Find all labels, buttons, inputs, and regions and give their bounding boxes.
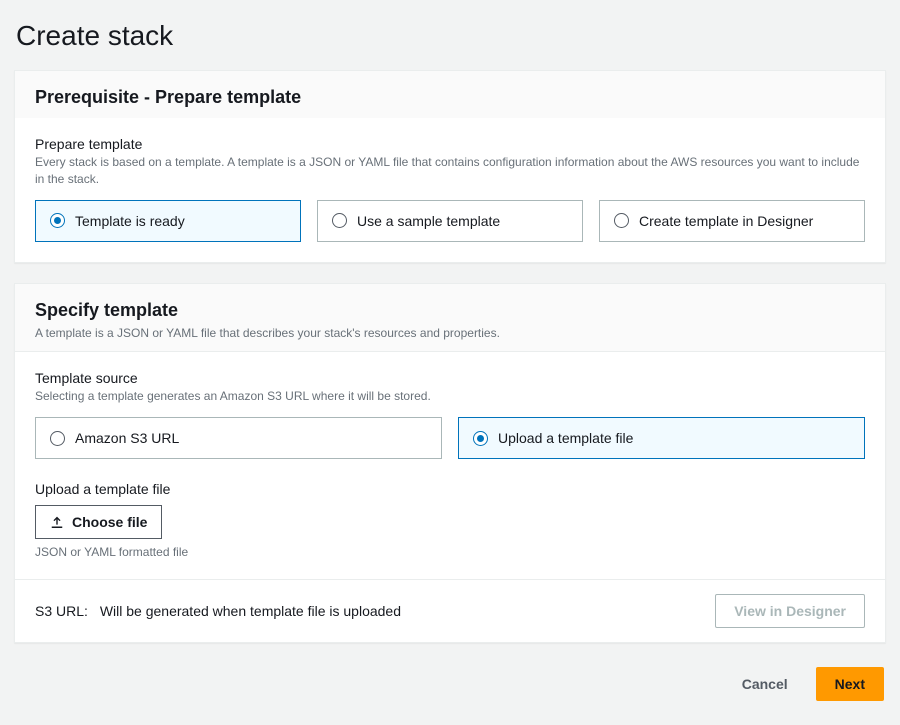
s3-url-label: S3 URL:: [35, 603, 88, 619]
radio-icon: [50, 213, 65, 228]
choose-file-help: JSON or YAML formatted file: [35, 545, 865, 559]
prerequisite-header: Prerequisite - Prepare template: [15, 71, 885, 118]
specify-template-panel: Specify template A template is a JSON or…: [14, 283, 886, 644]
page-title: Create stack: [16, 20, 886, 52]
radio-icon: [50, 431, 65, 446]
upload-icon: [50, 515, 64, 529]
prerequisite-title: Prerequisite - Prepare template: [35, 87, 865, 108]
specify-subtitle: A template is a JSON or YAML file that d…: [35, 325, 865, 342]
option-label: Create template in Designer: [639, 213, 813, 229]
specify-header: Specify template A template is a JSON or…: [15, 284, 885, 353]
cancel-button[interactable]: Cancel: [724, 667, 806, 701]
choose-file-button[interactable]: Choose file: [35, 505, 162, 539]
option-label: Amazon S3 URL: [75, 430, 179, 446]
prepare-template-help: Every stack is based on a template. A te…: [35, 154, 865, 188]
s3-url-value: Will be generated when template file is …: [100, 603, 401, 619]
prepare-template-label: Prepare template: [35, 136, 865, 152]
template-source-help: Selecting a template generates an Amazon…: [35, 388, 865, 405]
option-label: Use a sample template: [357, 213, 500, 229]
prerequisite-panel: Prerequisite - Prepare template Prepare …: [14, 70, 886, 263]
option-upload-file[interactable]: Upload a template file: [458, 417, 865, 459]
specify-title: Specify template: [35, 300, 865, 321]
next-button[interactable]: Next: [816, 667, 884, 701]
option-create-in-designer[interactable]: Create template in Designer: [599, 200, 865, 242]
option-template-ready[interactable]: Template is ready: [35, 200, 301, 242]
view-in-designer-button[interactable]: View in Designer: [715, 594, 865, 628]
radio-icon: [332, 213, 347, 228]
upload-file-label: Upload a template file: [35, 481, 865, 497]
specify-footer: S3 URL: Will be generated when template …: [15, 579, 885, 642]
option-label: Template is ready: [75, 213, 185, 229]
option-s3-url[interactable]: Amazon S3 URL: [35, 417, 442, 459]
wizard-nav: Cancel Next: [14, 663, 886, 701]
choose-file-label: Choose file: [72, 514, 147, 530]
template-source-options: Amazon S3 URL Upload a template file: [35, 417, 865, 459]
option-label: Upload a template file: [498, 430, 633, 446]
template-source-label: Template source: [35, 370, 865, 386]
radio-icon: [473, 431, 488, 446]
option-sample-template[interactable]: Use a sample template: [317, 200, 583, 242]
prepare-template-options: Template is ready Use a sample template …: [35, 200, 865, 242]
radio-icon: [614, 213, 629, 228]
s3-url-line: S3 URL: Will be generated when template …: [35, 603, 401, 619]
